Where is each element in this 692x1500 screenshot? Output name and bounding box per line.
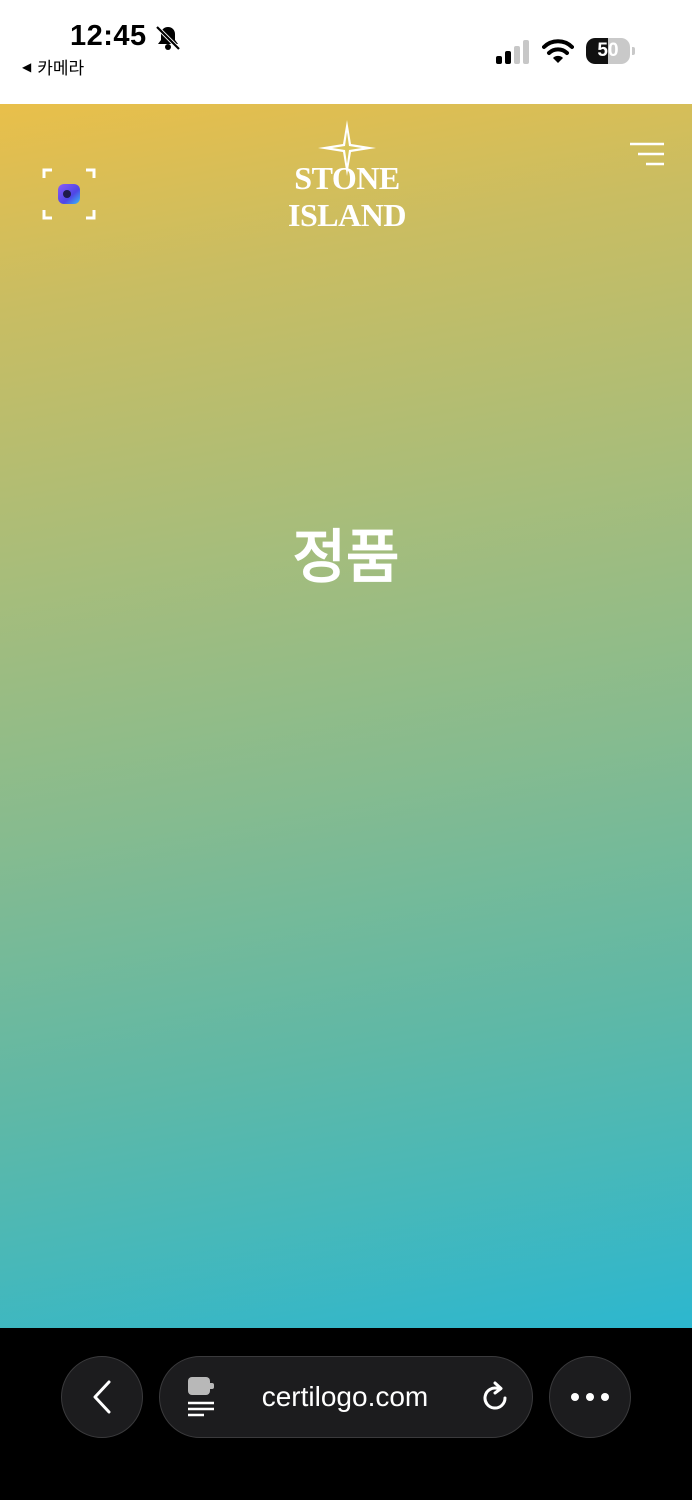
- signal-icon: [496, 40, 529, 64]
- status-bar: 12:45 ◀ 카메라 50: [0, 0, 692, 104]
- wifi-icon: [542, 39, 574, 63]
- more-button[interactable]: [549, 1356, 631, 1438]
- back-to-app[interactable]: ◀ 카메라: [22, 54, 84, 79]
- status-time: 12:45: [70, 20, 147, 52]
- back-app-label: 카메라: [37, 59, 85, 79]
- brand-logo[interactable]: STONE ISLAND: [240, 120, 454, 233]
- battery-level: 50: [597, 40, 619, 61]
- reload-icon[interactable]: [478, 1381, 512, 1415]
- page-icon[interactable]: [186, 1377, 216, 1417]
- battery-cap: [632, 47, 635, 55]
- battery-icon: 50: [586, 38, 630, 64]
- brand-name: STONE ISLAND: [288, 160, 406, 233]
- authentic-headline: 정품: [292, 523, 400, 591]
- scan-icon[interactable]: [40, 166, 98, 222]
- back-button[interactable]: [61, 1356, 143, 1438]
- bell-slash-icon: [155, 25, 181, 51]
- url-text: certilogo.com: [261, 1381, 429, 1412]
- back-chevron-icon: [93, 1380, 111, 1414]
- menu-icon[interactable]: [630, 142, 664, 166]
- browser-toolbar: certilogo.com: [0, 1328, 692, 1500]
- back-triangle-icon: ◀: [22, 59, 32, 74]
- address-bar[interactable]: certilogo.com: [159, 1356, 533, 1438]
- main-content: STONE ISLAND 정품: [0, 104, 692, 1328]
- more-icon: [571, 1393, 609, 1401]
